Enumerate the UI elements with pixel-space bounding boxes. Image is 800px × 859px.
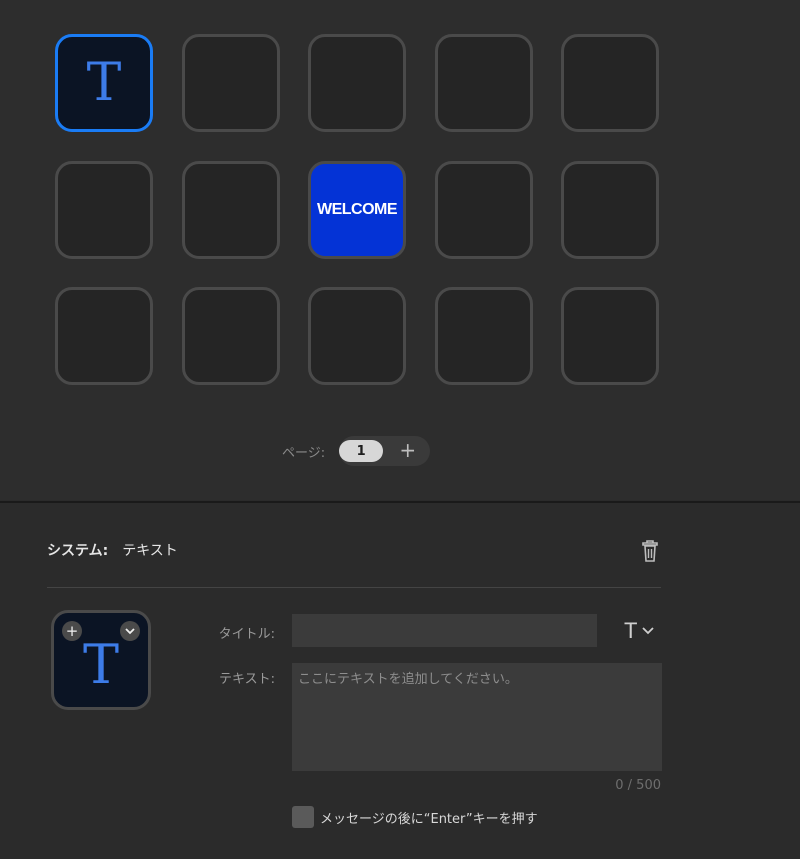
enter-checkbox[interactable] [292,806,314,828]
page-selector: ページ: 1 + [282,436,431,466]
key-empty[interactable] [435,34,533,132]
chevron-down-icon [642,627,655,635]
action-category: システム: [47,543,109,559]
key-empty[interactable] [182,161,280,259]
add-page-button[interactable]: + [399,439,416,461]
key-empty[interactable] [435,161,533,259]
properties-panel: システム: テキスト T + タイトル: T テキスト: 0 / 500 メッセ… [0,503,800,859]
enter-option[interactable]: メッセージの後に“Enter”キーを押す [292,806,538,828]
font-icon: T [624,618,638,643]
action-name: テキスト [122,543,178,559]
char-counter: 0 / 500 [615,778,661,793]
key-text-selected[interactable]: T [55,34,153,132]
font-settings-button[interactable]: T [624,617,655,645]
page-label: ページ: [282,445,326,461]
key-empty[interactable] [561,287,659,385]
action-header: システム: テキスト [47,540,178,560]
text-t-icon: T [86,53,122,113]
key-empty[interactable] [182,34,280,132]
key-empty[interactable] [308,287,406,385]
page-pill: 1 + [339,436,431,466]
chevron-down-icon[interactable] [120,621,140,641]
enter-checkbox-label: メッセージの後に“Enter”キーを押す [320,811,538,827]
title-input[interactable] [292,614,597,647]
key-empty[interactable] [561,161,659,259]
title-label: タイトル: [218,627,275,642]
key-empty[interactable] [55,287,153,385]
page-1-button[interactable]: 1 [339,440,384,462]
header-divider [47,587,661,588]
key-empty[interactable] [55,161,153,259]
text-input[interactable] [292,663,662,771]
key-empty[interactable] [561,34,659,132]
add-icon-button[interactable]: + [62,621,82,641]
key-icon-preview[interactable]: T + [51,610,151,710]
text-label: テキスト: [219,672,275,687]
trash-icon[interactable] [640,539,660,563]
key-empty[interactable] [435,287,533,385]
key-empty[interactable] [182,287,280,385]
key-welcome[interactable]: WELCOME [308,161,406,259]
welcome-label: WELCOME [316,201,398,218]
key-grid-panel: T WELCOME ページ: 1 + [0,0,800,500]
key-empty[interactable] [308,34,406,132]
